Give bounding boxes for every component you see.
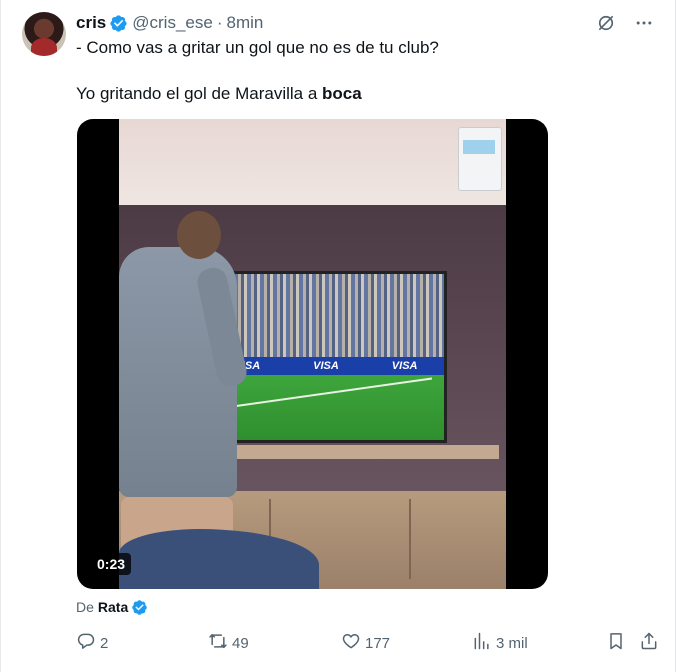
retweet-icon xyxy=(208,631,228,655)
scene-tv-stand xyxy=(219,445,499,459)
top-icons xyxy=(595,12,655,34)
like-count: 177 xyxy=(365,634,391,652)
retweet-button[interactable]: 49 xyxy=(208,630,249,656)
source-name[interactable]: Rata xyxy=(98,598,128,616)
separator-dot: · xyxy=(216,13,223,32)
bookmark-icon xyxy=(606,631,626,655)
grok-icon[interactable] xyxy=(595,12,617,34)
avatar[interactable] xyxy=(22,12,66,56)
video-source: De Rata xyxy=(76,598,148,616)
video-duration-badge: 0:23 xyxy=(91,553,132,575)
action-bar: 2 49 177 3 mil xyxy=(76,630,660,656)
tweet-card: cris @cris_ese · 8min - Como vas a grita… xyxy=(0,0,676,672)
reply-icon xyxy=(76,631,96,655)
board-text: VISA xyxy=(313,360,339,373)
author-name[interactable]: cris xyxy=(76,13,106,33)
source-verified-icon xyxy=(131,599,148,616)
video-player[interactable]: VISA VISA VISA xyxy=(77,119,548,589)
views-count: 3 mil xyxy=(496,634,528,652)
tweet-header: cris @cris_ese · 8min xyxy=(76,12,263,34)
bookmark-button[interactable] xyxy=(606,630,626,656)
more-options-icon[interactable] xyxy=(633,12,655,34)
verified-badge-icon xyxy=(109,14,128,33)
tweet-text-line2: Yo gritando el gol de Maravilla a boca xyxy=(76,83,362,105)
scene-person-head xyxy=(177,211,221,259)
views-chart-icon xyxy=(472,631,492,655)
source-label: De xyxy=(76,599,94,615)
share-button[interactable] xyxy=(639,630,659,656)
scene-air-conditioner xyxy=(458,127,502,191)
tweet-text-prefix: Yo gritando el gol de Maravilla a xyxy=(76,84,323,103)
timestamp[interactable]: 8min xyxy=(226,13,263,33)
heart-icon xyxy=(341,631,361,655)
retweet-count: 49 xyxy=(232,634,249,652)
share-icon xyxy=(639,631,659,655)
board-text: VISA xyxy=(391,360,418,373)
reply-count: 2 xyxy=(100,634,109,652)
scene-ceiling xyxy=(119,119,506,207)
like-button[interactable]: 177 xyxy=(341,630,390,656)
video-frame: VISA VISA VISA xyxy=(119,119,506,589)
reply-button[interactable]: 2 xyxy=(76,630,108,656)
tv-pitch xyxy=(208,375,444,440)
tweet-text-bold: boca xyxy=(322,84,362,103)
tweet-text-line1: - Como vas a gritar un gol que no es de … xyxy=(76,38,439,57)
tv-crowd xyxy=(208,274,444,367)
views-button[interactable]: 3 mil xyxy=(472,630,528,656)
author-handle[interactable]: @cris_ese xyxy=(132,13,213,33)
